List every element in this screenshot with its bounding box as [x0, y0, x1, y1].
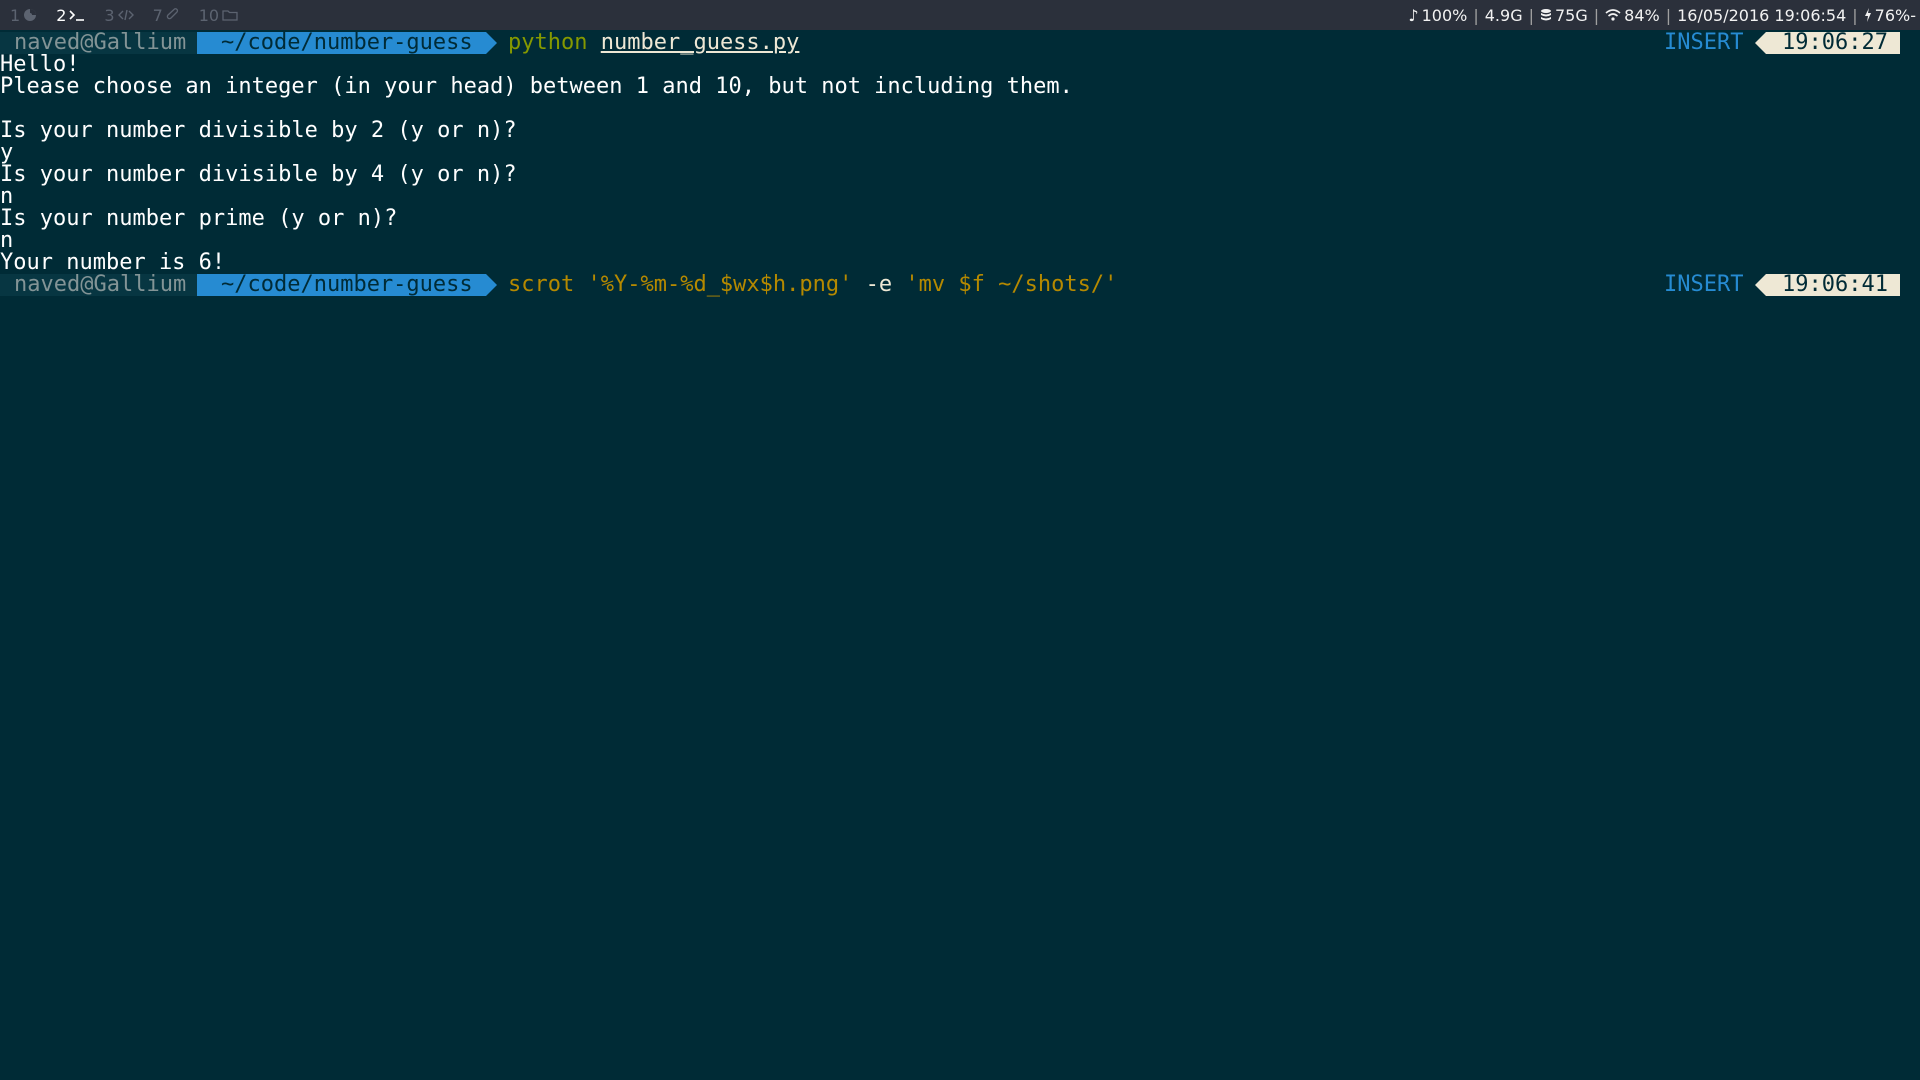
battery-indicator: 76%- [1864, 6, 1916, 25]
command-flag: -e [865, 272, 893, 297]
wifi-value: 84% [1624, 5, 1660, 25]
output-line: Please choose an integer (in your head) … [0, 74, 1073, 99]
command-name: scrot [508, 272, 575, 297]
divider: | [1665, 5, 1672, 25]
divider: | [1852, 5, 1858, 25]
workspace-number: 10 [198, 5, 220, 25]
workspace-7[interactable]: 7 [153, 6, 180, 25]
output-line: Is your number divisible by 2 (y or n)? [0, 118, 517, 143]
prompt-separator [1755, 32, 1766, 54]
prompt-user-host: naved@Gallium [0, 32, 197, 54]
command-argument: '%Y-%m-%d_$wx$h.png' [587, 272, 853, 297]
memory-value: 4.9G [1484, 5, 1523, 25]
command-text: python number_guess.py [508, 32, 799, 54]
prompt-separator [1755, 274, 1766, 296]
divider: | [1528, 5, 1534, 25]
workspace-number: 1 [10, 5, 21, 25]
workspace-2[interactable]: 2 [56, 6, 85, 25]
divider: | [1593, 5, 1600, 25]
top-status-bar: 1 2 3 7 10 ♪ 100% | 4.9G | 75G | 84% | 1… [0, 0, 1920, 30]
volume-value: 100% [1421, 5, 1468, 25]
code-icon [117, 8, 134, 22]
prompt-path: ~/code/number-guess [197, 274, 486, 296]
prompt-separator [486, 32, 497, 54]
divider: | [1473, 5, 1479, 25]
prompt-time: 19:06:41 [1766, 274, 1900, 296]
vi-mode-indicator: INSERT [1664, 272, 1744, 297]
vi-mode-indicator: INSERT [1664, 30, 1744, 55]
wifi-indicator[interactable]: 84% [1605, 6, 1660, 25]
memory-indicator: 4.9G [1485, 6, 1523, 25]
music-note-icon: ♪ [1408, 5, 1419, 25]
volume-indicator[interactable]: ♪ 100% [1408, 6, 1467, 25]
workspace-number: 7 [152, 5, 163, 25]
command-argument: 'mv $f ~/shots/' [905, 272, 1118, 297]
disk-indicator: 75G [1540, 6, 1588, 25]
lightning-icon [1864, 8, 1875, 22]
workspace-number: 3 [104, 5, 115, 25]
prompt-separator [486, 274, 497, 296]
workspace-3[interactable]: 3 [104, 5, 134, 25]
command-argument: number_guess.py [600, 30, 800, 55]
output-line: Is your number prime (y or n)? [0, 206, 398, 231]
prompt-line: naved@Gallium ~/code/number-guess python… [0, 32, 1920, 54]
output-line: n [0, 184, 14, 209]
database-icon [1540, 8, 1555, 22]
workspace-list: 1 2 3 7 10 [10, 0, 257, 30]
prompt-user-host: naved@Gallium [0, 274, 197, 296]
output-line: y [0, 140, 14, 165]
prompt-line[interactable]: naved@Gallium ~/code/number-guess scrot … [0, 274, 1920, 296]
prompt-time: 19:06:27 [1766, 32, 1900, 54]
system-status: ♪ 100% | 4.9G | 75G | 84% | 16/05/2016 1… [1408, 0, 1916, 30]
clock: 16/05/2016 19:06:54 [1677, 6, 1846, 25]
wifi-icon [1605, 8, 1624, 22]
terminal-icon [69, 8, 85, 22]
workspace-10[interactable]: 10 [199, 6, 238, 25]
output-line: Your number is 6! [0, 250, 226, 275]
output-line: n [0, 228, 14, 253]
output-line: Is your number divisible by 4 (y or n)? [0, 162, 517, 187]
battery-value: 76%- [1874, 5, 1916, 25]
workspace-1[interactable]: 1 [10, 6, 37, 25]
workspace-number: 2 [56, 5, 67, 25]
disk-value: 75G [1554, 5, 1588, 25]
command-name: python [508, 30, 588, 55]
folder-icon [222, 8, 238, 22]
prompt-path: ~/code/number-guess [197, 32, 486, 54]
output-line: Hello! [0, 52, 80, 77]
paperclip-icon [166, 8, 180, 22]
terminal-window[interactable]: naved@Gallium ~/code/number-guess python… [0, 30, 1920, 1080]
firefox-icon [23, 8, 37, 22]
command-input[interactable]: scrot '%Y-%m-%d_$wx$h.png' -e 'mv $f ~/s… [508, 274, 1117, 296]
datetime-value: 16/05/2016 19:06:54 [1677, 5, 1847, 25]
